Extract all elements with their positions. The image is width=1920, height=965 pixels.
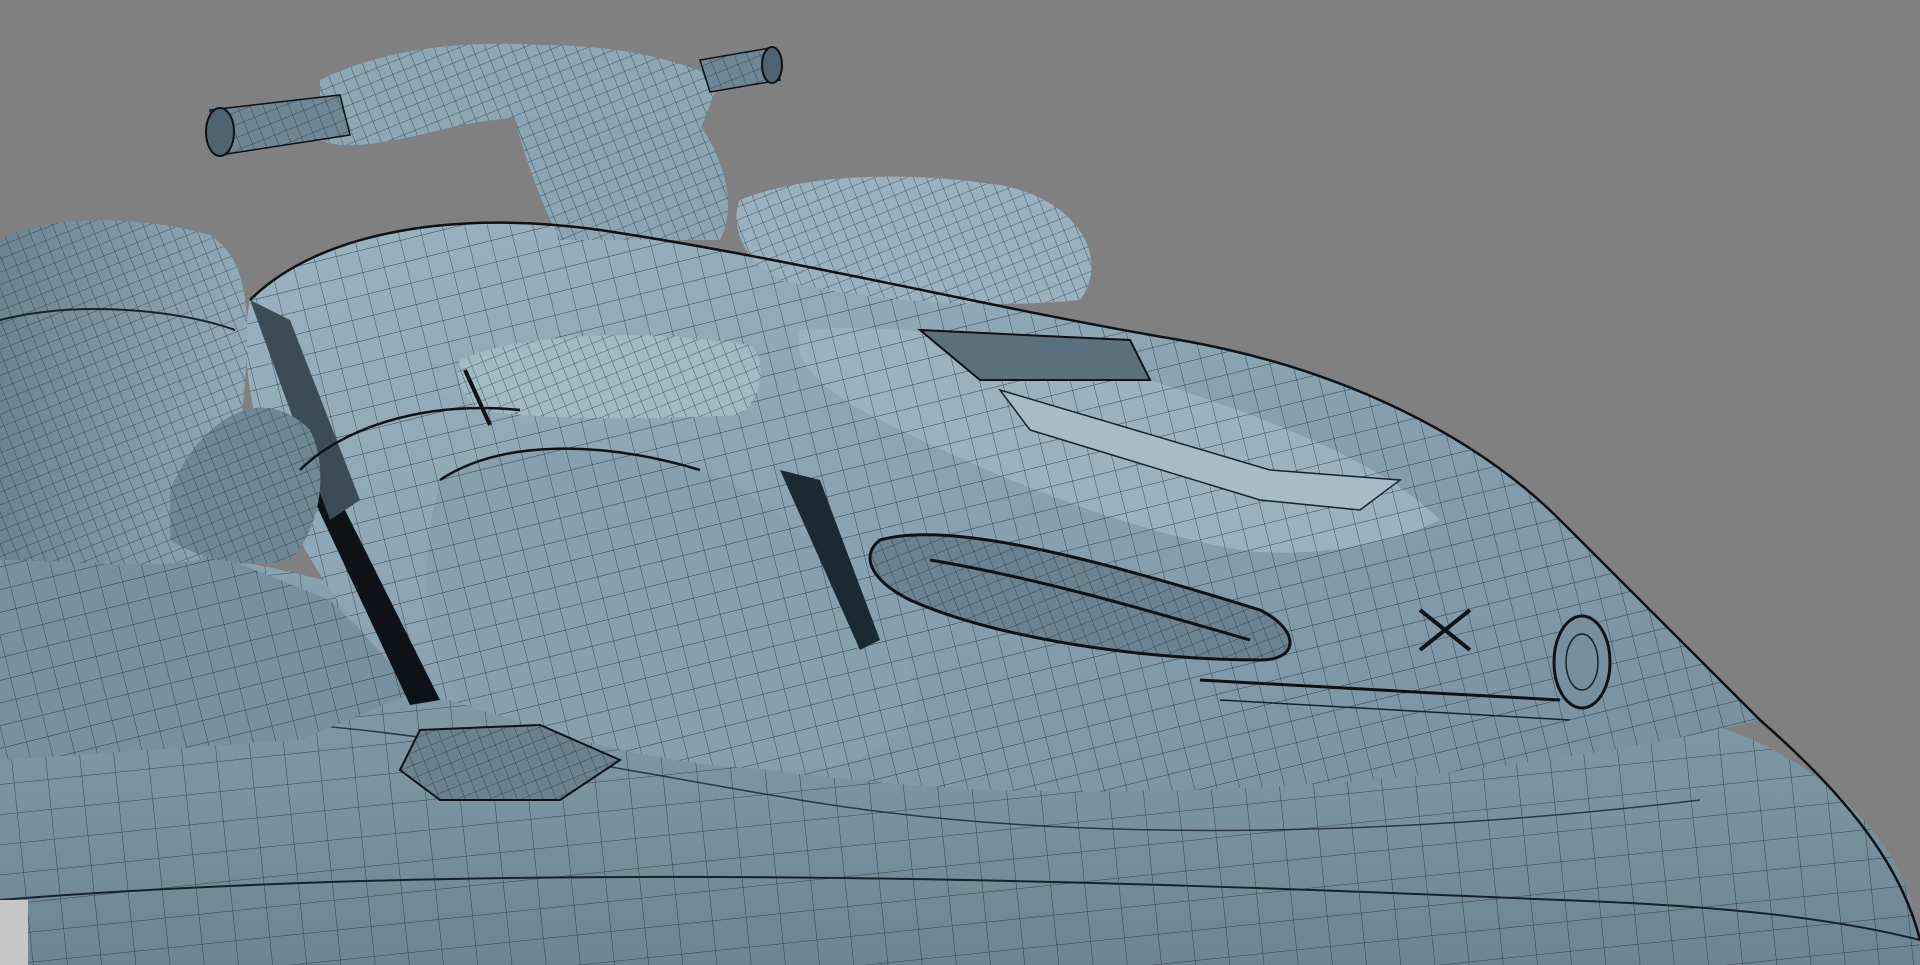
right-grip[interactable] (699, 46, 783, 93)
jet-ski-model[interactable] (0, 0, 1920, 965)
left-grip[interactable] (205, 94, 351, 157)
viewport-corner-widget (0, 900, 28, 965)
3d-viewport[interactable] (0, 0, 1920, 965)
cowl-pod[interactable] (458, 335, 761, 426)
